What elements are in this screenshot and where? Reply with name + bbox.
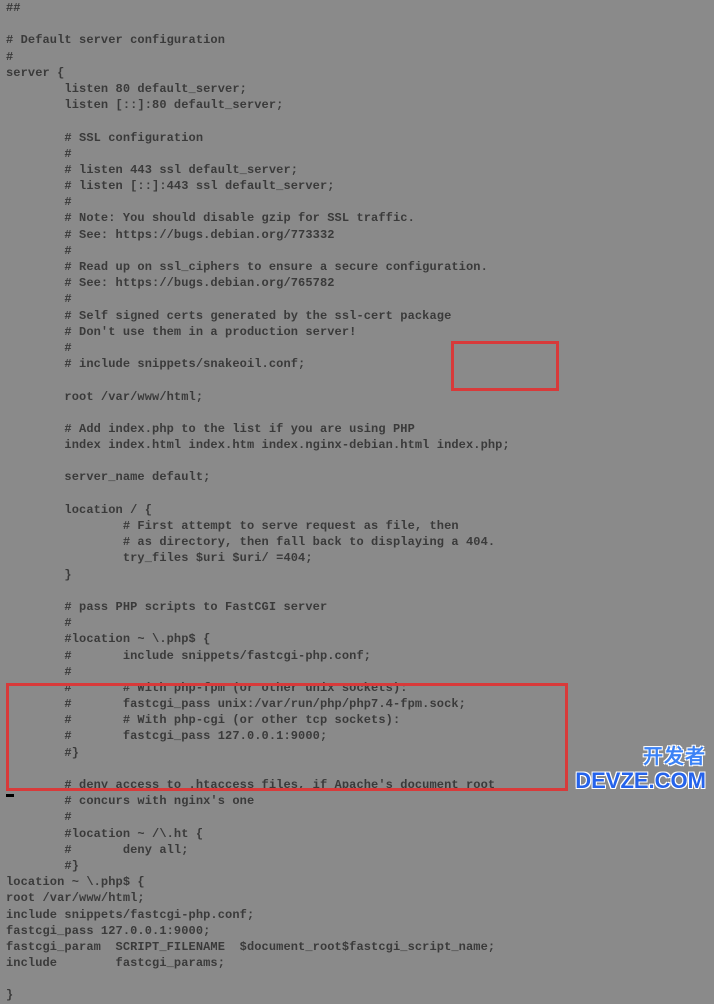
terminal-cursor (6, 794, 14, 797)
nginx-config-code: ## # Default server configuration # serv… (0, 0, 714, 1004)
